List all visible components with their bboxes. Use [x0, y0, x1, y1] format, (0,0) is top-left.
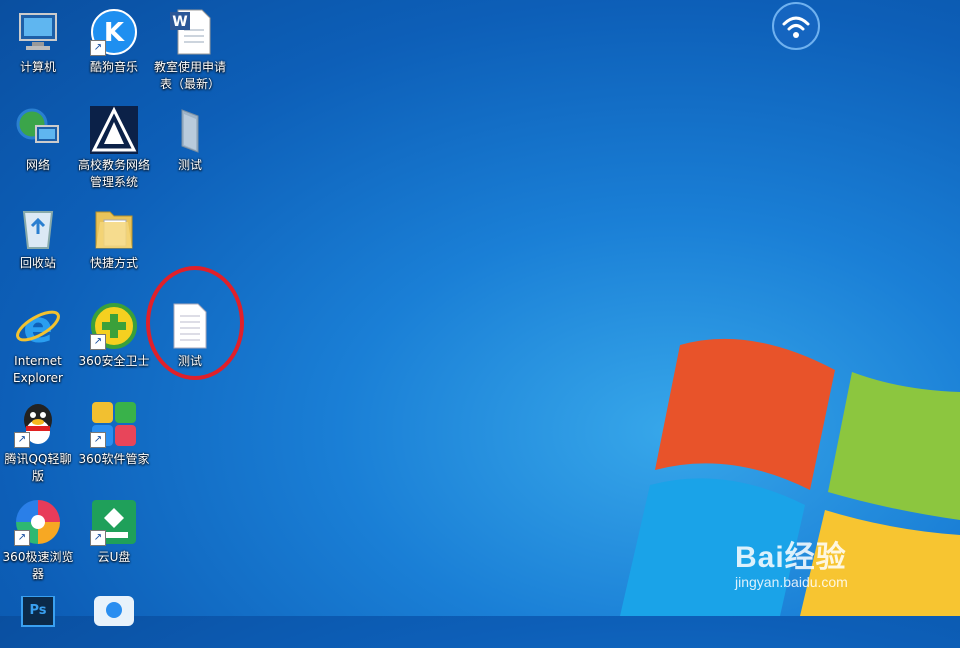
desktop-icon-photoshop[interactable]: Ps [0, 595, 76, 647]
icon-label: 快捷方式 [89, 256, 138, 270]
desktop-icon-internet-explorer[interactable]: e Internet Explorer [0, 302, 76, 387]
photoshop-icon: Ps [14, 595, 62, 644]
baidu-watermark: Bai经验 jingyan.baidu.com [735, 532, 848, 590]
desktop-icon-recycle-bin[interactable]: 回收站 [0, 204, 76, 272]
icon-label: 网络 [25, 158, 50, 172]
desktop-icon-word-document[interactable]: W 教室使用申请表（最新） [152, 8, 228, 93]
desktop-icon-network[interactable]: 网络 [0, 106, 76, 174]
desktop-icon-kugou-music[interactable]: K ↗ 酷狗音乐 [76, 8, 152, 76]
highlight-circle [146, 266, 244, 380]
360-browser-icon: ↗ [14, 498, 62, 546]
icon-label: 云U盘 [97, 550, 131, 564]
computer-icon [14, 8, 62, 56]
icon-label: 360软件管家 [78, 452, 150, 466]
desktop-icon-360-browser[interactable]: ↗ 360极速浏览器 [0, 498, 76, 583]
icon-label: Internet Explorer [13, 354, 63, 385]
icon-label: 测试 [177, 158, 202, 172]
icon-label: 计算机 [19, 60, 56, 74]
wifi-button[interactable] [772, 2, 820, 50]
network-icon [14, 106, 62, 154]
kugou-music-icon: K ↗ [90, 8, 138, 56]
shortcut-arrow-icon: ↗ [90, 432, 106, 448]
wifi-icon [782, 16, 810, 38]
shortcut-arrow-icon: ↗ [14, 432, 30, 448]
icon-label: 高校教务网络管理系统 [77, 158, 150, 189]
svg-text:W: W [172, 14, 187, 30]
svg-text:e: e [23, 302, 53, 350]
desktop-icon-app[interactable] [76, 596, 152, 647]
360-software-manager-icon: ↗ [90, 400, 138, 448]
icon-label: 360极速浏览器 [2, 550, 74, 581]
internet-explorer-icon: e [14, 302, 62, 353]
desktop-icon-qq[interactable]: ↗ 腾讯QQ轻聊版 [0, 400, 76, 485]
shortcut-arrow-icon: ↗ [90, 530, 106, 546]
desktop-icon-shortcuts-folder[interactable]: 快捷方式 [76, 204, 152, 272]
watermark-logo: Bai经验 [735, 541, 847, 574]
desktop-icon-computer[interactable]: 计算机 [0, 8, 76, 76]
cloud-usb-icon: ↗ [90, 498, 138, 546]
folder-shortcut-icon [90, 204, 138, 252]
academic-system-icon [90, 106, 138, 154]
shortcut-arrow-icon: ↗ [90, 40, 106, 56]
icon-label: 酷狗音乐 [89, 60, 138, 74]
qq-icon: ↗ [14, 400, 62, 448]
svg-text:K: K [104, 18, 125, 48]
shortcut-arrow-icon: ↗ [90, 334, 106, 350]
icon-label: 回收站 [19, 256, 56, 270]
icon-label: 教室使用申请表（最新） [153, 60, 226, 91]
desktop-icon-360-safe[interactable]: ↗ 360安全卫士 [76, 302, 152, 370]
desktop-icon-academic-system[interactable]: 高校教务网络管理系统 [76, 106, 152, 191]
icon-label: 360安全卫士 [78, 354, 150, 368]
watermark-url: jingyan.baidu.com [735, 574, 848, 590]
recycle-bin-icon [14, 204, 62, 252]
shortcut-arrow-icon: ↗ [14, 530, 30, 546]
desktop: 计算机 网络 回收站 e Internet Explorer ↗ 腾讯QQ轻聊版… [0, 0, 960, 627]
icon-label: 腾讯QQ轻聊版 [4, 452, 72, 483]
folder-icon [166, 106, 214, 154]
desktop-icon-360-software-manager[interactable]: ↗ 360软件管家 [76, 400, 152, 468]
desktop-icon-test-folder[interactable]: 测试 [152, 106, 228, 174]
app-icon [90, 596, 138, 644]
360-safe-icon: ↗ [90, 302, 138, 350]
word-document-icon: W [166, 8, 214, 56]
desktop-icon-cloud-usb[interactable]: ↗ 云U盘 [76, 498, 152, 566]
